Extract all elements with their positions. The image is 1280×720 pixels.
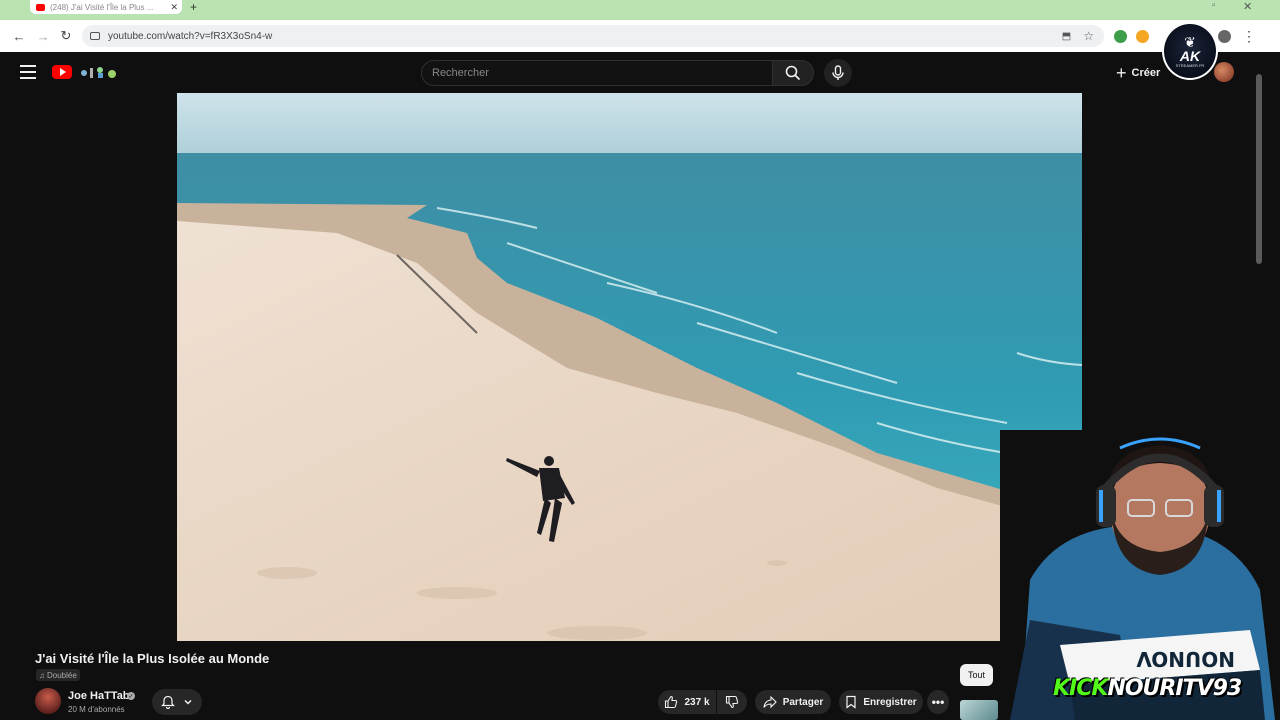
reload-icon[interactable]: ↻	[57, 27, 75, 45]
dislike-icon	[725, 695, 739, 709]
url-text: youtube.com/watch?v=fR3X3oSn4-w	[108, 30, 273, 42]
bell-icon	[161, 695, 175, 709]
share-icon	[763, 695, 777, 709]
logo-doodle[interactable]	[76, 64, 120, 80]
streamer-badge-logo: ❦ AK STREAMER FR	[1162, 22, 1218, 80]
badge-text: AK	[1179, 47, 1201, 64]
video-frame	[177, 93, 1082, 641]
kick-channel-logo: KICKNOURITV93	[1053, 676, 1242, 701]
mic-icon	[832, 65, 844, 80]
new-tab-button[interactable]: +	[190, 0, 197, 14]
like-button[interactable]: 237 k	[658, 690, 716, 714]
kick-name: NOURITV93	[1107, 676, 1242, 701]
share-button[interactable]: Partager	[755, 690, 831, 714]
save-button[interactable]: Enregistrer	[839, 690, 923, 714]
video-title: J'ai Visité l'Île la Plus Isolée au Mond…	[35, 651, 270, 666]
browser-tab[interactable]: (248) J'ai Visité l'Île la Plus ... ✕	[30, 0, 182, 14]
plus-icon: +	[1116, 63, 1127, 83]
create-label: Créer	[1131, 67, 1161, 79]
create-button[interactable]: + Créer	[1110, 61, 1166, 85]
dubbed-badge: ♫ Doublée	[36, 669, 80, 681]
extension-icon[interactable]	[1136, 30, 1149, 43]
badge-subtext: STREAMER FR	[1175, 62, 1205, 68]
search-button[interactable]	[772, 60, 814, 86]
account-avatar[interactable]	[1214, 62, 1234, 82]
scrollbar-thumb[interactable]	[1256, 74, 1262, 264]
youtube-favicon	[36, 3, 45, 11]
back-icon[interactable]: ←	[10, 27, 28, 45]
search-icon	[785, 65, 801, 81]
tab-title: (248) J'ai Visité l'Île la Plus ...	[50, 2, 154, 12]
tab-close-icon[interactable]: ✕	[170, 2, 178, 13]
subscriber-count: 20 M d'abonnés	[68, 705, 125, 714]
chip-all[interactable]: Tout	[960, 664, 994, 686]
kick-prefix: KICK	[1053, 676, 1108, 701]
channel-name[interactable]: Joe HaTTab	[68, 690, 130, 702]
search-placeholder: Rechercher	[432, 67, 489, 79]
youtube-logo[interactable]	[52, 65, 72, 79]
svg-text:NOUNOV: NOUNOV	[1136, 647, 1235, 671]
bookmark-icon	[846, 695, 856, 709]
hamburger-icon[interactable]	[20, 65, 36, 79]
address-bar[interactable]: youtube.com/watch?v=fR3X3oSn4-w ⬒ ☆	[82, 25, 1104, 47]
dubbed-icon: ♫	[39, 670, 45, 680]
search-input[interactable]: Rechercher	[421, 60, 773, 86]
profile-icon[interactable]	[1218, 30, 1231, 43]
verified-icon: ✓	[127, 692, 135, 700]
star-icon[interactable]: ☆	[1083, 29, 1094, 43]
window-close-button[interactable]: ✕	[1243, 0, 1252, 13]
extension-icon[interactable]	[1114, 30, 1127, 43]
browser-menu-icon[interactable]: ⋮	[1242, 28, 1256, 45]
share-label: Partager	[782, 696, 824, 708]
dubbed-label: Doublée	[47, 670, 77, 680]
install-icon[interactable]: ⬒	[1062, 31, 1071, 42]
site-info-icon[interactable]	[90, 32, 100, 40]
save-label: Enregistrer	[863, 696, 917, 708]
like-count: 237 k	[684, 696, 710, 708]
subscription-bell-button[interactable]	[152, 689, 202, 715]
video-player[interactable]	[177, 93, 1082, 641]
dislike-button[interactable]	[717, 690, 747, 714]
chevron-down-icon	[184, 699, 192, 705]
like-icon	[665, 695, 678, 709]
channel-avatar[interactable]	[35, 688, 61, 714]
more-icon[interactable]: •••	[927, 690, 949, 714]
phoenix-icon: ❦	[1184, 33, 1196, 50]
recommended-thumbnail[interactable]	[960, 700, 998, 720]
mic-button[interactable]	[824, 59, 852, 87]
window-minimize-button[interactable]: ▫	[1212, 0, 1216, 11]
forward-icon[interactable]: →	[34, 27, 52, 45]
